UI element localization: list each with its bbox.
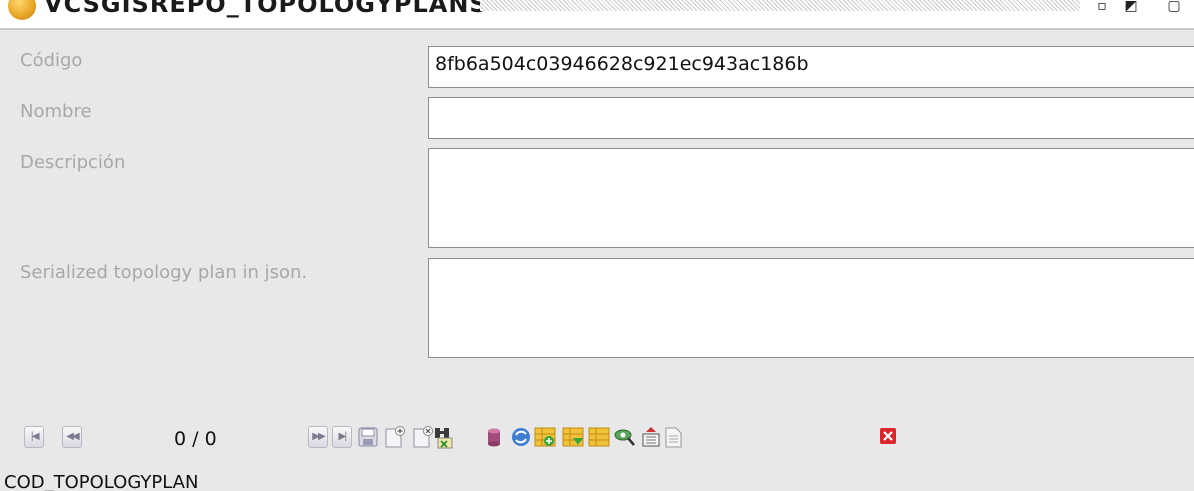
window-title: VCSGISREPO_TOPOLOGYPLANS (44, 0, 488, 18)
delete-record-icon[interactable] (412, 426, 433, 448)
record-counter: 0 / 0 (174, 428, 217, 450)
close-icon[interactable] (878, 426, 898, 448)
database-icon[interactable] (484, 426, 504, 448)
save-icon[interactable] (358, 426, 378, 448)
table-filter-icon[interactable] (562, 426, 584, 448)
record-toolbar: |◀ ◀◀ 0 / 0 ▶▶ ▶| (0, 424, 1194, 454)
last-record-icon[interactable]: ▶| (332, 426, 352, 448)
first-record-icon[interactable]: |◀ (24, 426, 44, 448)
title-bar-divider (0, 28, 1194, 30)
table-column-header[interactable]: COD_TOPOLOGYPLAN (4, 472, 198, 491)
title-bar[interactable]: VCSGISREPO_TOPOLOGYPLANS ▫ ◩ ▢ (0, 0, 1194, 30)
search-binoculars-icon[interactable] (432, 426, 453, 449)
nombre-field[interactable] (428, 97, 1194, 139)
app-icon (8, 0, 36, 20)
new-record-icon[interactable] (384, 426, 405, 448)
refresh-icon[interactable] (510, 426, 530, 448)
minimize-icon[interactable]: ▫ (1093, 0, 1111, 14)
title-bar-grip[interactable] (480, 0, 1080, 11)
report-icon[interactable] (664, 426, 684, 448)
restore-icon[interactable]: ▢ (1165, 0, 1183, 14)
export-icon[interactable] (640, 426, 660, 448)
descripcion-label: Descripción (20, 152, 126, 173)
previous-record-icon[interactable]: ◀◀ (62, 426, 82, 448)
table-add-icon[interactable] (534, 426, 556, 448)
inspect-icon[interactable] (614, 426, 635, 448)
serialized-label: Serialized topology plan in json. (20, 262, 308, 283)
descripcion-field[interactable] (428, 148, 1194, 248)
form-window: VCSGISREPO_TOPOLOGYPLANS ▫ ◩ ▢ Código 8f… (0, 0, 1194, 491)
maximize-icon[interactable]: ◩ (1122, 0, 1140, 14)
nombre-label: Nombre (20, 101, 92, 122)
next-record-icon[interactable]: ▶▶ (308, 426, 328, 448)
codigo-label: Código (20, 50, 83, 71)
table-icon[interactable] (588, 426, 610, 448)
codigo-field[interactable]: 8fb6a504c03946628c921ec943ac186b (428, 46, 1194, 88)
serialized-field[interactable] (428, 258, 1194, 358)
